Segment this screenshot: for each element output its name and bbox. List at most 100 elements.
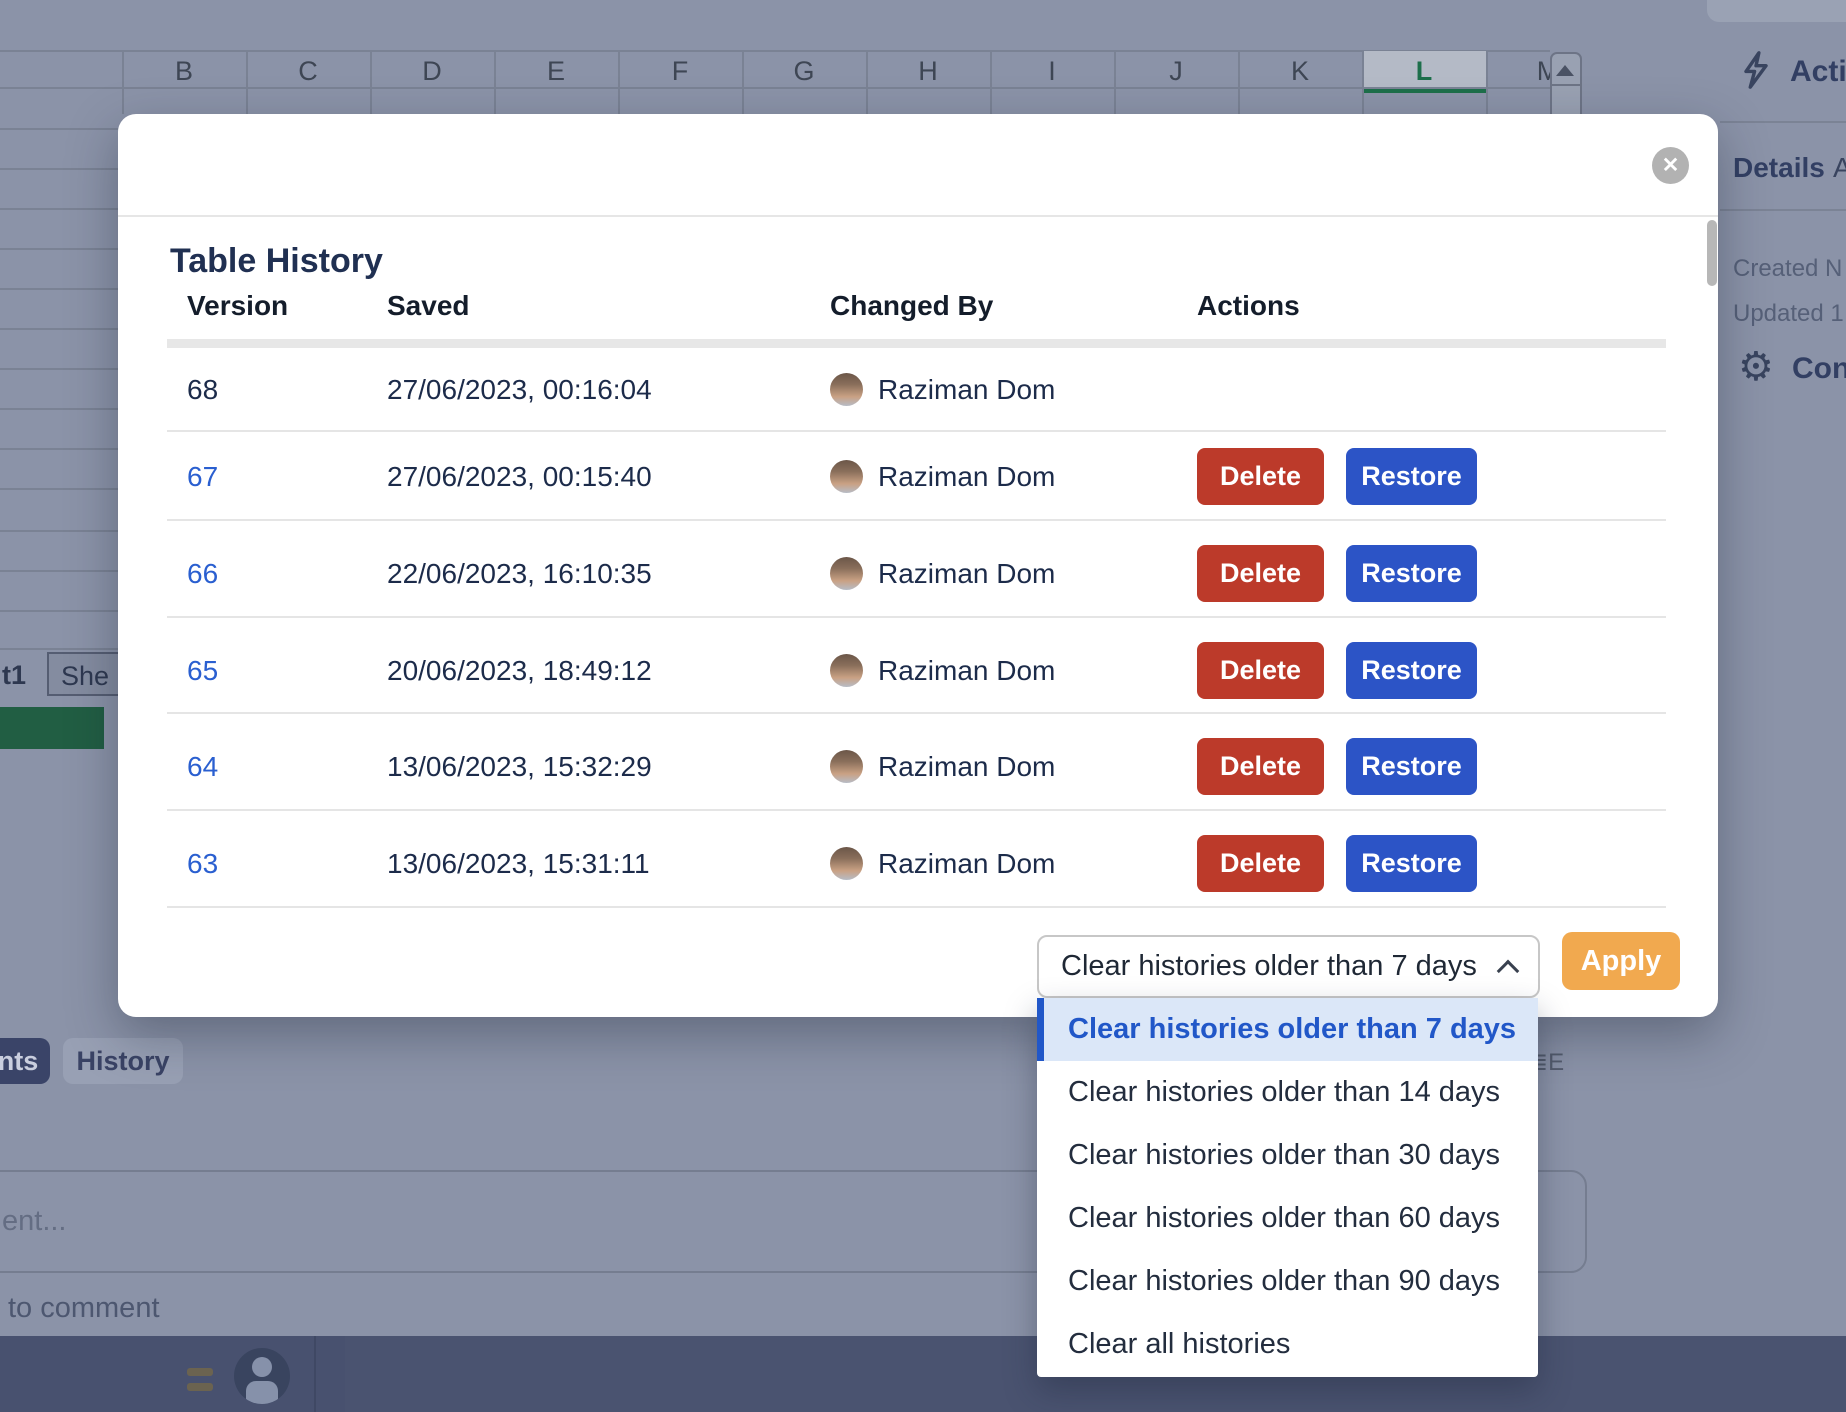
row-separator [167, 616, 1666, 618]
equals-icon [187, 1383, 213, 1391]
table-row: 63 13/06/2023, 15:31:11 Raziman Dom Dele… [170, 835, 1666, 892]
version-link[interactable]: 63 [187, 835, 218, 892]
app-screen: B C D E F G H I J K L M t1 She Actio [0, 0, 1846, 1412]
sidebar-actions-label[interactable]: Actio [1790, 55, 1846, 89]
grid-hline [0, 328, 118, 330]
column-header-c: C [286, 56, 330, 87]
col-header-changed-by: Changed By [830, 286, 993, 326]
menu-option-30-days[interactable]: Clear histories older than 30 days [1037, 1124, 1538, 1187]
version-link[interactable]: 64 [187, 738, 218, 795]
header-bottom-line [0, 87, 1550, 89]
modal-header-divider [118, 215, 1718, 217]
table-row: 65 20/06/2023, 18:49:12 Raziman Dom Dele… [170, 642, 1666, 699]
changed-by-name: Raziman Dom [878, 361, 1055, 418]
table-row: 66 22/06/2023, 16:10:35 Raziman Dom Dele… [170, 545, 1666, 602]
topright-panel-fragment [1707, 0, 1846, 22]
user-avatar [830, 847, 863, 880]
delete-button[interactable]: Delete [1197, 642, 1324, 699]
sidebar-separator [1720, 209, 1846, 211]
sidebar-tab-details[interactable]: Details [1733, 152, 1825, 184]
tab-comments-partial[interactable]: nts [0, 1038, 50, 1084]
restore-button[interactable]: Restore [1346, 448, 1477, 505]
menu-option-60-days[interactable]: Clear histories older than 60 days [1037, 1187, 1538, 1250]
user-avatar [830, 373, 863, 406]
version-link[interactable]: 65 [187, 642, 218, 699]
apply-button[interactable]: Apply [1562, 932, 1680, 990]
clear-histories-select[interactable]: Clear histories older than 7 days [1037, 935, 1540, 998]
row-separator [167, 906, 1666, 908]
col-header-actions: Actions [1197, 286, 1300, 326]
grid-hline [0, 448, 118, 450]
column-header-d: D [410, 56, 454, 87]
modal-scrollbar-thumb[interactable] [1707, 220, 1717, 286]
col-header-version: Version [187, 286, 288, 326]
col-header-saved: Saved [387, 286, 470, 326]
sheet-tab-she[interactable]: She [47, 652, 122, 696]
sidebar-config-label[interactable]: Con [1792, 352, 1846, 386]
menu-option-clear-all[interactable]: Clear all histories [1037, 1313, 1538, 1376]
scroll-up-icon[interactable] [1556, 65, 1574, 76]
delete-button[interactable]: Delete [1197, 835, 1324, 892]
comment-placeholder: ent... [2, 1205, 67, 1238]
sheet-tab-partial[interactable]: t1 [2, 660, 26, 691]
grid-hline [0, 530, 118, 532]
version-value: 68 [187, 361, 218, 418]
grid-vline [1486, 51, 1488, 114]
column-header-h: H [906, 56, 950, 87]
tab-history[interactable]: History [63, 1038, 183, 1084]
avatar-body [246, 1381, 278, 1404]
column-header-k: K [1278, 56, 1322, 87]
menu-option-7-days[interactable]: Clear histories older than 7 days [1037, 998, 1538, 1061]
delete-button[interactable]: Delete [1197, 545, 1324, 602]
sidebar-tab-partial[interactable]: A [1833, 152, 1846, 184]
saved-timestamp: 22/06/2023, 16:10:35 [387, 545, 652, 602]
grid-vline [1114, 51, 1116, 114]
table-row: 67 27/06/2023, 00:15:40 Raziman Dom Dele… [170, 448, 1666, 505]
toolbar-divider [314, 1336, 316, 1412]
close-icon[interactable]: ✕ [1652, 147, 1689, 184]
grid-vline [246, 51, 248, 114]
column-header-f: F [658, 56, 702, 87]
saved-timestamp: 13/06/2023, 15:31:11 [387, 835, 650, 892]
clear-histories-menu: Clear histories older than 7 days Clear … [1037, 998, 1538, 1377]
user-avatar-icon[interactable] [234, 1348, 290, 1404]
menu-option-14-days[interactable]: Clear histories older than 14 days [1037, 1061, 1538, 1124]
delete-button[interactable]: Delete [1197, 448, 1324, 505]
column-header-j: J [1154, 56, 1198, 87]
column-header-e: E [534, 56, 578, 87]
restore-button[interactable]: Restore [1346, 738, 1477, 795]
grid-hline [0, 570, 118, 572]
grid-vline [866, 51, 868, 114]
comment-hint: to comment [8, 1292, 160, 1325]
chevron-up-icon [1497, 960, 1520, 983]
restore-button[interactable]: Restore [1346, 545, 1477, 602]
table-row: 68 27/06/2023, 00:16:04 Raziman Dom [170, 361, 1666, 418]
grid-vline [618, 51, 620, 114]
column-header-b: B [162, 56, 206, 87]
gear-icon: ⚙ [1738, 344, 1774, 390]
table-header-bar [167, 339, 1666, 348]
menu-option-90-days[interactable]: Clear histories older than 90 days [1037, 1250, 1538, 1313]
select-value: Clear histories older than 7 days [1061, 937, 1477, 996]
column-header-i: I [1030, 56, 1074, 87]
grid-vline [990, 51, 992, 114]
saved-timestamp: 20/06/2023, 18:49:12 [387, 642, 652, 699]
equals-icon [187, 1368, 213, 1376]
changed-by-name: Raziman Dom [878, 545, 1055, 602]
delete-button[interactable]: Delete [1197, 738, 1324, 795]
changed-by-name: Raziman Dom [878, 738, 1055, 795]
grid-vline [122, 51, 124, 114]
version-link[interactable]: 67 [187, 448, 218, 505]
grid-vline [370, 51, 372, 114]
grid-vline [742, 51, 744, 114]
lightning-icon [1738, 50, 1774, 90]
grid-hline [0, 248, 118, 250]
sidebar-created-label: Created N [1733, 255, 1842, 283]
grid-hline [0, 408, 118, 410]
restore-button[interactable]: Restore [1346, 835, 1477, 892]
grid-vline [1362, 51, 1364, 114]
version-link[interactable]: 66 [187, 545, 218, 602]
table-history-modal: Table History ✕ Version Saved Changed By… [118, 114, 1718, 1017]
restore-button[interactable]: Restore [1346, 642, 1477, 699]
grid-vline [1238, 51, 1240, 114]
